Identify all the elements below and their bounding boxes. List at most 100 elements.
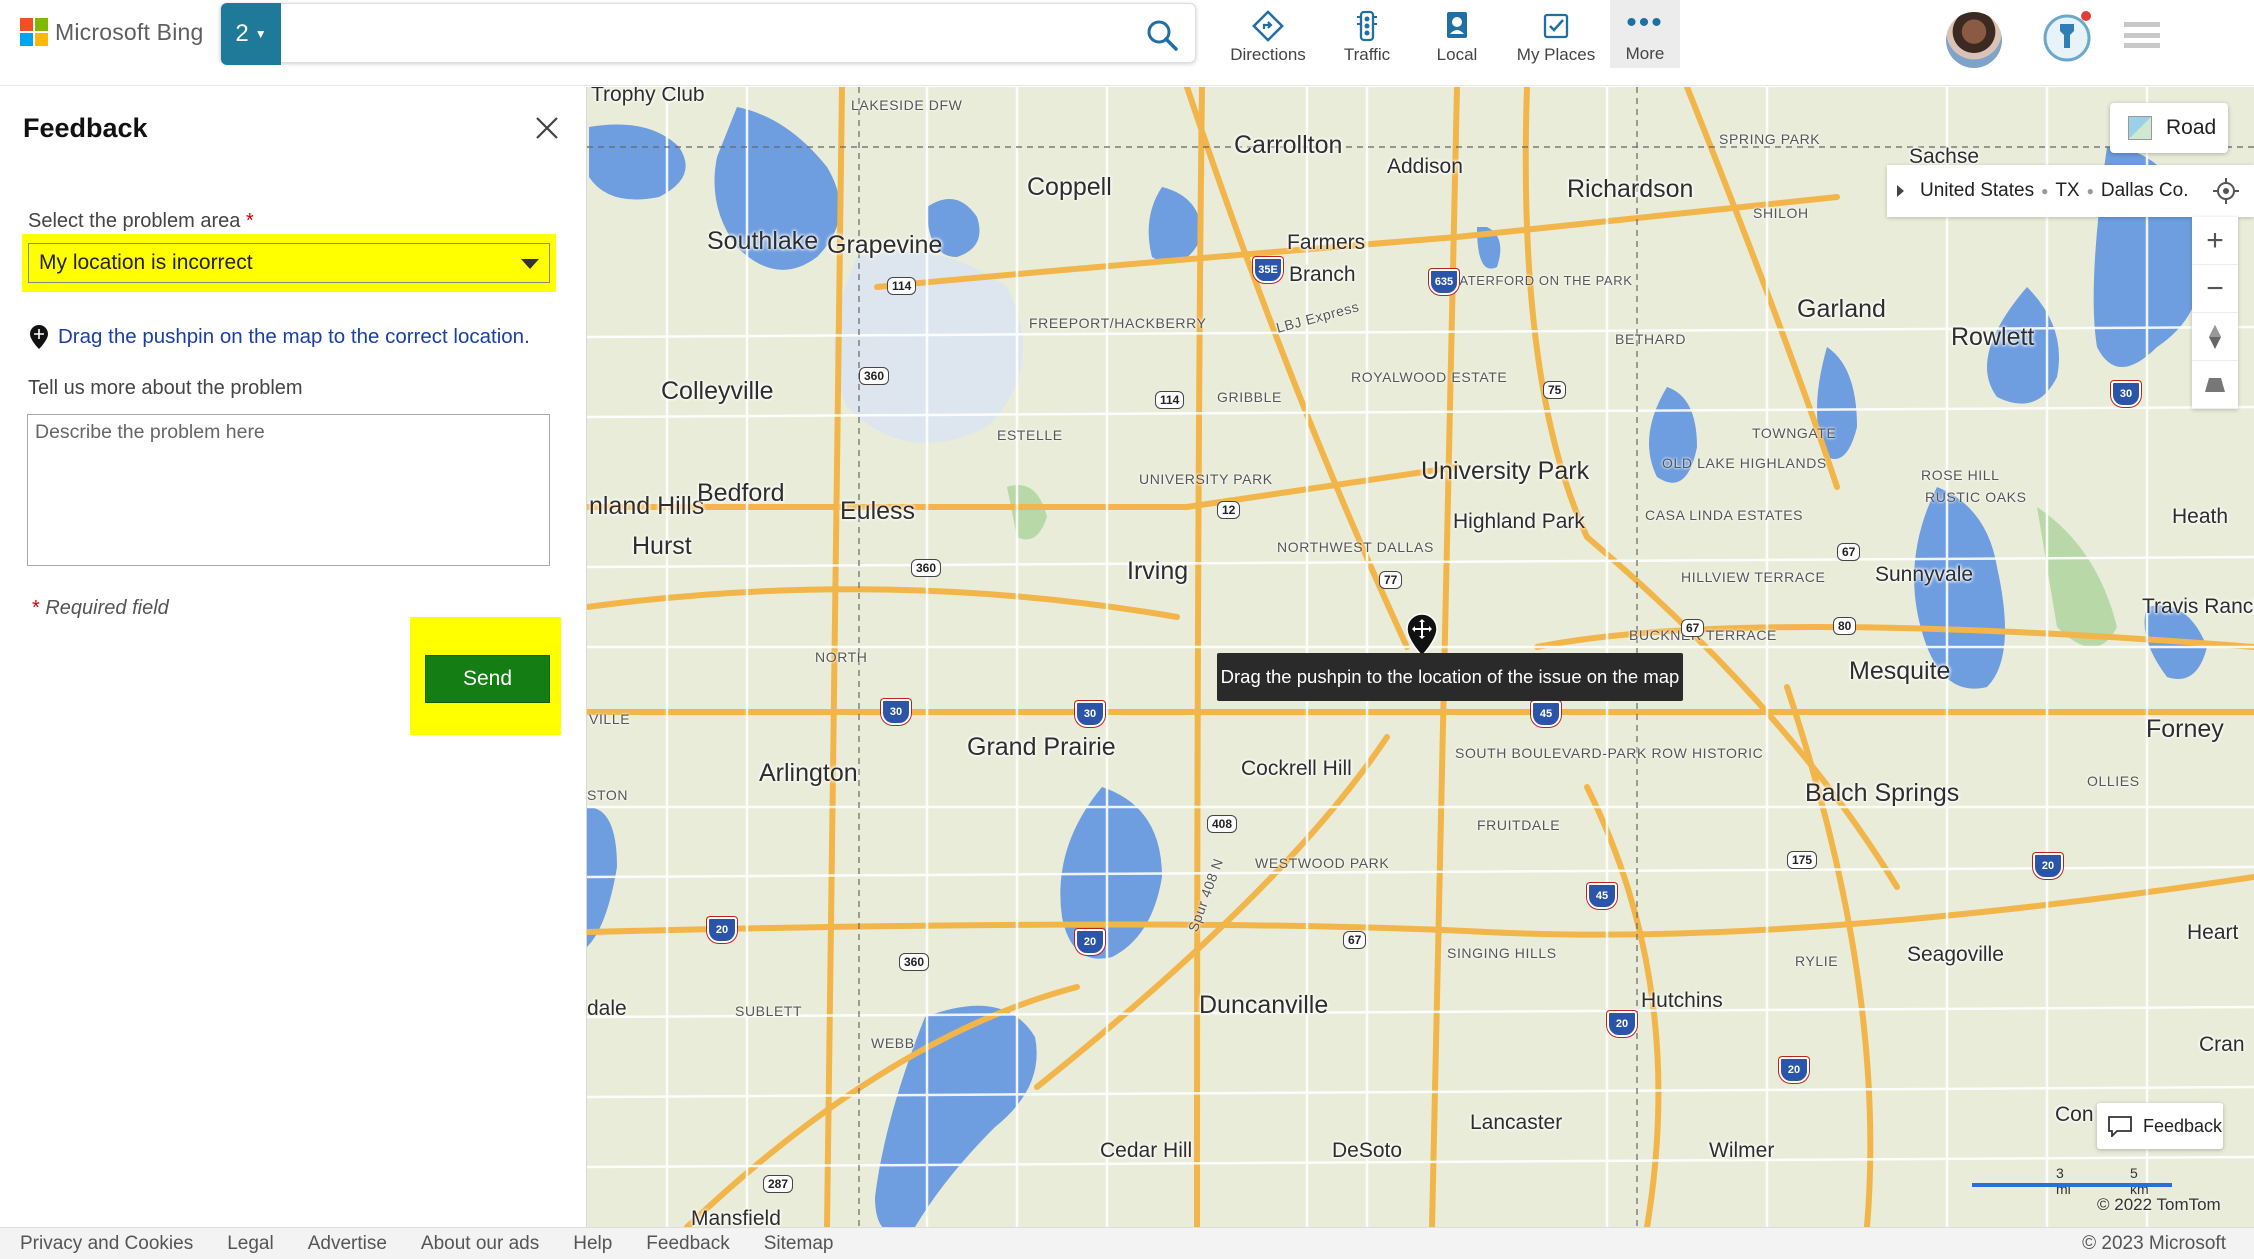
map-copyright: © 2022 TomTom: [2097, 1195, 2221, 1214]
footer-copyright: © 2023 Microsoft: [2082, 1233, 2226, 1254]
search-input[interactable]: [287, 14, 1107, 54]
interstate-shield: 635: [1429, 269, 1459, 295]
user-avatar[interactable]: [1946, 12, 2002, 68]
map-label-neighborhood: ESTELLE: [997, 427, 1063, 443]
microsoft-logo-icon: [20, 18, 48, 46]
tilt-button[interactable]: [2192, 361, 2238, 409]
map-label-neighborhood: CASA LINDA ESTATES: [1645, 507, 1804, 523]
map-label-city: Euless: [840, 497, 916, 525]
map-label-neighborhood: NORTHWEST DALLAS: [1277, 539, 1434, 555]
panel-title: Feedback: [23, 113, 148, 143]
breadcrumb-country[interactable]: United States: [1920, 180, 2034, 202]
problem-description-field[interactable]: [27, 414, 550, 566]
map-label-city: Hutchins: [1641, 989, 1723, 1012]
more-icon: •••: [1626, 6, 1664, 39]
map-label-neighborhood: RUSTIC OAKS: [1925, 489, 2027, 505]
search-icon[interactable]: [1145, 18, 1179, 52]
map-label-neighborhood: HILLVIEW TERRACE: [1681, 569, 1826, 585]
pushpin-hint-text: Drag the pushpin on the map to the corre…: [58, 325, 530, 348]
problem-area-select[interactable]: My location is incorrect: [28, 243, 550, 283]
highway-shield: 114: [1155, 391, 1185, 409]
highway-shield: 67: [1837, 543, 1861, 561]
details-label: Tell us more about the problem: [28, 377, 303, 399]
map-label-city: Coppell: [1027, 173, 1112, 201]
interstate-shield: 45: [1531, 701, 1561, 727]
bing-logo[interactable]: Microsoft Bing: [20, 18, 204, 46]
map-label-city: Southlake: [707, 227, 819, 255]
map-label-city: Arlington: [759, 759, 858, 787]
highway-shield: 77: [1379, 571, 1403, 589]
map-feedback-label: Feedback: [2143, 1115, 2223, 1136]
tab-count: 2: [235, 20, 249, 47]
interstate-shield: 20: [1607, 1011, 1637, 1037]
nav-directions-label: Directions: [1230, 45, 1306, 64]
map-label-city: DeSoto: [1332, 1139, 1403, 1162]
breadcrumb-state[interactable]: TX: [2055, 180, 2079, 202]
map-label-city: Colleyville: [661, 377, 774, 405]
map-label-city: Mansfield: [691, 1207, 781, 1227]
highway-shield: 287: [763, 1175, 794, 1193]
map-label-city: Highland Park: [1453, 510, 1585, 533]
top-bar: Microsoft Bing 2 ▼ Directions Traffic Loc…: [0, 0, 2254, 86]
nav-more-label: More: [1625, 44, 1665, 63]
compass-button[interactable]: [2192, 313, 2238, 361]
map-label-city: Seagoville: [1907, 943, 2004, 966]
dropdown-arrow-icon: [521, 259, 539, 269]
map-label-neighborhood: WATERFORD ON THE PARK: [1447, 273, 1633, 288]
nav-my-places[interactable]: My Places: [1502, 0, 1610, 68]
map-label-city: University Park: [1421, 457, 1590, 485]
directions-icon: [1252, 10, 1284, 42]
map-label-neighborhood: LAKESIDE DFW: [851, 97, 963, 113]
breadcrumb-county[interactable]: Dallas Co.: [2101, 180, 2189, 202]
map-label-city: dale: [587, 997, 627, 1020]
nav-local[interactable]: Local: [1412, 0, 1502, 68]
map-label-neighborhood: OLD LAKE HIGHLANDS: [1662, 455, 1827, 471]
highway-shield: 75: [1543, 381, 1567, 399]
footer-link-legal[interactable]: Legal: [227, 1233, 274, 1255]
map-feedback-button[interactable]: Feedback: [2097, 1103, 2223, 1149]
nav-directions[interactable]: Directions: [1214, 0, 1322, 68]
map-pushpin[interactable]: [1405, 613, 1439, 657]
footer-link-help[interactable]: Help: [573, 1233, 612, 1255]
zoom-in-button[interactable]: +: [2192, 217, 2238, 265]
map-label-neighborhood: STON: [587, 787, 629, 803]
map-canvas[interactable]: Trophy Club Carrollton Addison Richardso…: [587, 87, 2254, 1227]
map-style-button[interactable]: Road: [2110, 103, 2228, 153]
footer-link-feedback[interactable]: Feedback: [646, 1233, 729, 1255]
map-label-city: Cedar Hill: [1100, 1139, 1193, 1162]
required-note: * Required field: [32, 597, 169, 620]
zoom-out-button[interactable]: −: [2192, 265, 2238, 313]
footer-link-sitemap[interactable]: Sitemap: [764, 1233, 834, 1255]
locate-me-icon[interactable]: [2212, 177, 2240, 205]
interstate-shield: 20: [1779, 1057, 1809, 1083]
footer-link-privacy[interactable]: Privacy and Cookies: [20, 1233, 193, 1255]
close-icon[interactable]: [532, 113, 562, 143]
footer-link-advertise[interactable]: Advertise: [308, 1233, 387, 1255]
nav-more[interactable]: ••• More: [1610, 0, 1680, 68]
map-label-neighborhood: WESTWOOD PARK: [1255, 855, 1390, 871]
menu-icon[interactable]: [2124, 22, 2160, 48]
highway-shield: 360: [859, 367, 890, 385]
problem-area-value: My location is incorrect: [39, 251, 253, 274]
map-label-city: nland Hills: [589, 492, 705, 520]
expand-breadcrumb-icon[interactable]: [1897, 185, 1904, 197]
my-places-icon: [1543, 13, 1569, 39]
map-label-city: Irving: [1127, 557, 1189, 585]
map-label-city: Farmers: [1287, 231, 1366, 254]
highway-shield: 12: [1217, 501, 1241, 519]
send-button[interactable]: Send: [425, 655, 550, 703]
map-label-neighborhood: SOUTH BOULEVARD-PARK ROW HISTORIC: [1455, 745, 1764, 761]
nav-traffic[interactable]: Traffic: [1322, 0, 1412, 68]
map-nav: Directions Traffic Local My Places ••• M…: [1214, 0, 1680, 68]
interstate-shield: 35E: [1253, 257, 1283, 283]
map-label-city: Forney: [2146, 715, 2224, 743]
map-label-city: Hurst: [632, 532, 692, 560]
local-icon: [1447, 12, 1467, 38]
rewards-icon[interactable]: [2040, 10, 2094, 64]
interstate-shield: 30: [1075, 701, 1105, 727]
footer-link-about-ads[interactable]: About our ads: [421, 1233, 539, 1255]
map-label-neighborhood: SINGING HILLS: [1447, 945, 1557, 961]
nav-my-places-label: My Places: [1516, 45, 1596, 64]
page-footer: Privacy and Cookies Legal Advertise Abou…: [0, 1227, 2254, 1259]
tab-count-button[interactable]: 2 ▼: [221, 3, 281, 65]
